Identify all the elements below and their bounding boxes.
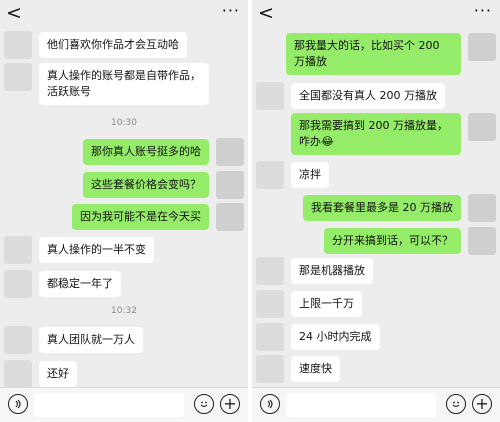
avatar[interactable] (216, 202, 244, 231)
plus-icon[interactable]: + (472, 394, 492, 414)
avatar[interactable] (468, 33, 496, 61)
avatar[interactable] (256, 160, 284, 189)
message-received: 那是机器播放 (256, 256, 373, 285)
timestamp: 10:30 (111, 118, 137, 128)
message-received: 全国都没有真人 200 万播放 (256, 81, 445, 110)
message-bubble[interactable]: 我看套餐里最多是 20 万播放 (303, 194, 461, 221)
avatar[interactable] (256, 289, 284, 318)
message-bubble[interactable]: 真人操作的账号都是自带作品，活跃账号 (39, 63, 209, 105)
message-received: 他们喜欢你作品才会互动哈 (4, 30, 187, 59)
avatar[interactable] (4, 325, 32, 354)
message-bubble[interactable]: 那我需要搞到 200 万播放量，咋办😂 (291, 113, 461, 155)
avatar[interactable] (256, 81, 284, 110)
message-input[interactable] (286, 393, 436, 417)
message-received: 凉拌 (256, 160, 329, 189)
emoji-icon[interactable] (194, 394, 214, 414)
message-bubble[interactable]: 真人团队就一万人 (39, 326, 143, 353)
avatar[interactable] (4, 269, 32, 298)
message-received: 真人操作的一半不变 (4, 235, 154, 264)
avatar[interactable] (256, 256, 284, 285)
message-bubble[interactable]: 速度快 (291, 355, 340, 382)
input-bar: + (0, 387, 248, 422)
message-bubble[interactable]: 那我量大的话，比如买个 200 万播放 (286, 33, 461, 75)
avatar[interactable] (468, 113, 496, 141)
plus-icon[interactable]: + (220, 394, 240, 414)
message-bubble[interactable]: 都稳定一年了 (39, 270, 121, 297)
message-bubble[interactable]: 那你真人账号挺多的哈 (83, 138, 209, 165)
left-chat-screen: < ··· 他们喜欢你作品才会互动哈 真人操作的账号都是自带作品，活跃账号 10… (0, 0, 248, 422)
avatar[interactable] (216, 137, 244, 166)
message-bubble[interactable]: 还好 (39, 360, 77, 387)
avatar[interactable] (4, 235, 32, 264)
more-icon[interactable]: ··· (474, 1, 492, 21)
voice-wave-icon (267, 399, 273, 409)
avatar[interactable] (216, 170, 244, 199)
right-chat-screen: < ··· 那我量大的话，比如买个 200 万播放 全国都没有真人 200 万播… (252, 0, 500, 422)
message-sent: 那我需要搞到 200 万播放量，咋办😂 (291, 113, 496, 161)
message-bubble[interactable]: 分开来搞到话，可以不？ (324, 227, 461, 254)
avatar[interactable] (256, 354, 284, 383)
message-bubble[interactable]: 他们喜欢你作品才会互动哈 (39, 31, 187, 58)
avatar[interactable] (4, 30, 32, 59)
message-received: 真人团队就一万人 (4, 325, 143, 354)
avatar[interactable] (468, 193, 496, 222)
voice-icon[interactable] (8, 394, 28, 414)
message-bubble[interactable]: 全国都没有真人 200 万播放 (291, 82, 445, 109)
more-icon[interactable]: ··· (222, 1, 240, 21)
avatar[interactable] (4, 63, 32, 91)
message-bubble[interactable]: 24 小时内完成 (291, 323, 380, 350)
back-icon[interactable]: < (6, 2, 22, 24)
message-sent: 因为我可能不是在今天买 (72, 202, 244, 231)
chat-header: < ··· (252, 0, 500, 28)
message-sent: 我看套餐里最多是 20 万播放 (303, 193, 496, 222)
message-received: 24 小时内完成 (256, 322, 380, 351)
message-sent: 这些套餐价格会变吗？ (83, 170, 244, 199)
message-bubble[interactable]: 上限一千万 (291, 290, 362, 317)
message-received: 速度快 (256, 354, 340, 383)
message-bubble[interactable]: 因为我可能不是在今天买 (72, 203, 209, 230)
smile-icon (200, 401, 208, 408)
voice-wave-icon (15, 399, 21, 409)
message-bubble[interactable]: 凉拌 (291, 161, 329, 188)
voice-icon[interactable] (260, 394, 280, 414)
message-sent: 那我量大的话，比如买个 200 万播放 (286, 33, 496, 81)
avatar[interactable] (468, 226, 496, 255)
chat-header: < ··· (0, 0, 248, 28)
back-icon[interactable]: < (258, 2, 274, 24)
message-bubble[interactable]: 真人操作的一半不变 (39, 236, 154, 263)
message-received: 真人操作的账号都是自带作品，活跃账号 (4, 63, 209, 111)
message-bubble[interactable]: 那是机器播放 (291, 257, 373, 284)
message-received: 上限一千万 (256, 289, 362, 318)
message-sent: 那你真人账号挺多的哈 (83, 137, 244, 166)
message-sent: 分开来搞到话，可以不？ (324, 226, 496, 255)
avatar[interactable] (256, 322, 284, 351)
message-bubble[interactable]: 这些套餐价格会变吗？ (83, 171, 209, 198)
input-bar: + (252, 387, 500, 422)
avatar[interactable] (4, 359, 32, 388)
smile-icon (452, 401, 460, 408)
message-received: 都稳定一年了 (4, 269, 121, 298)
timestamp: 10:32 (111, 306, 137, 316)
emoji-icon[interactable] (446, 394, 466, 414)
message-received: 还好 (4, 359, 77, 388)
message-input[interactable] (34, 393, 184, 417)
